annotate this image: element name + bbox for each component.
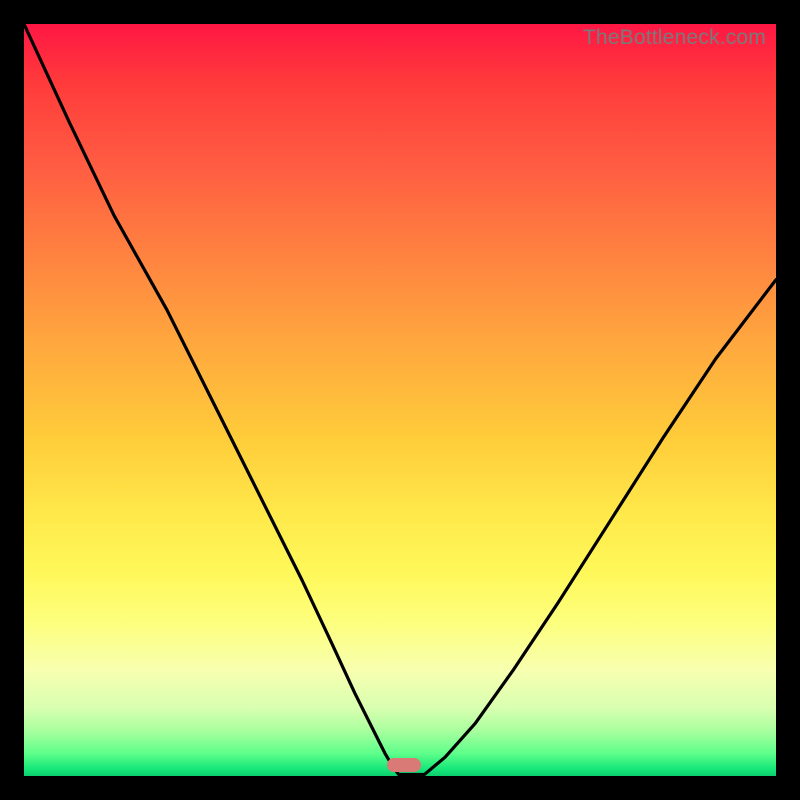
bottleneck-curve — [24, 24, 776, 776]
plot-area: TheBottleneck.com — [24, 24, 776, 776]
chart-frame: TheBottleneck.com — [0, 0, 800, 800]
optimal-marker — [387, 758, 421, 772]
